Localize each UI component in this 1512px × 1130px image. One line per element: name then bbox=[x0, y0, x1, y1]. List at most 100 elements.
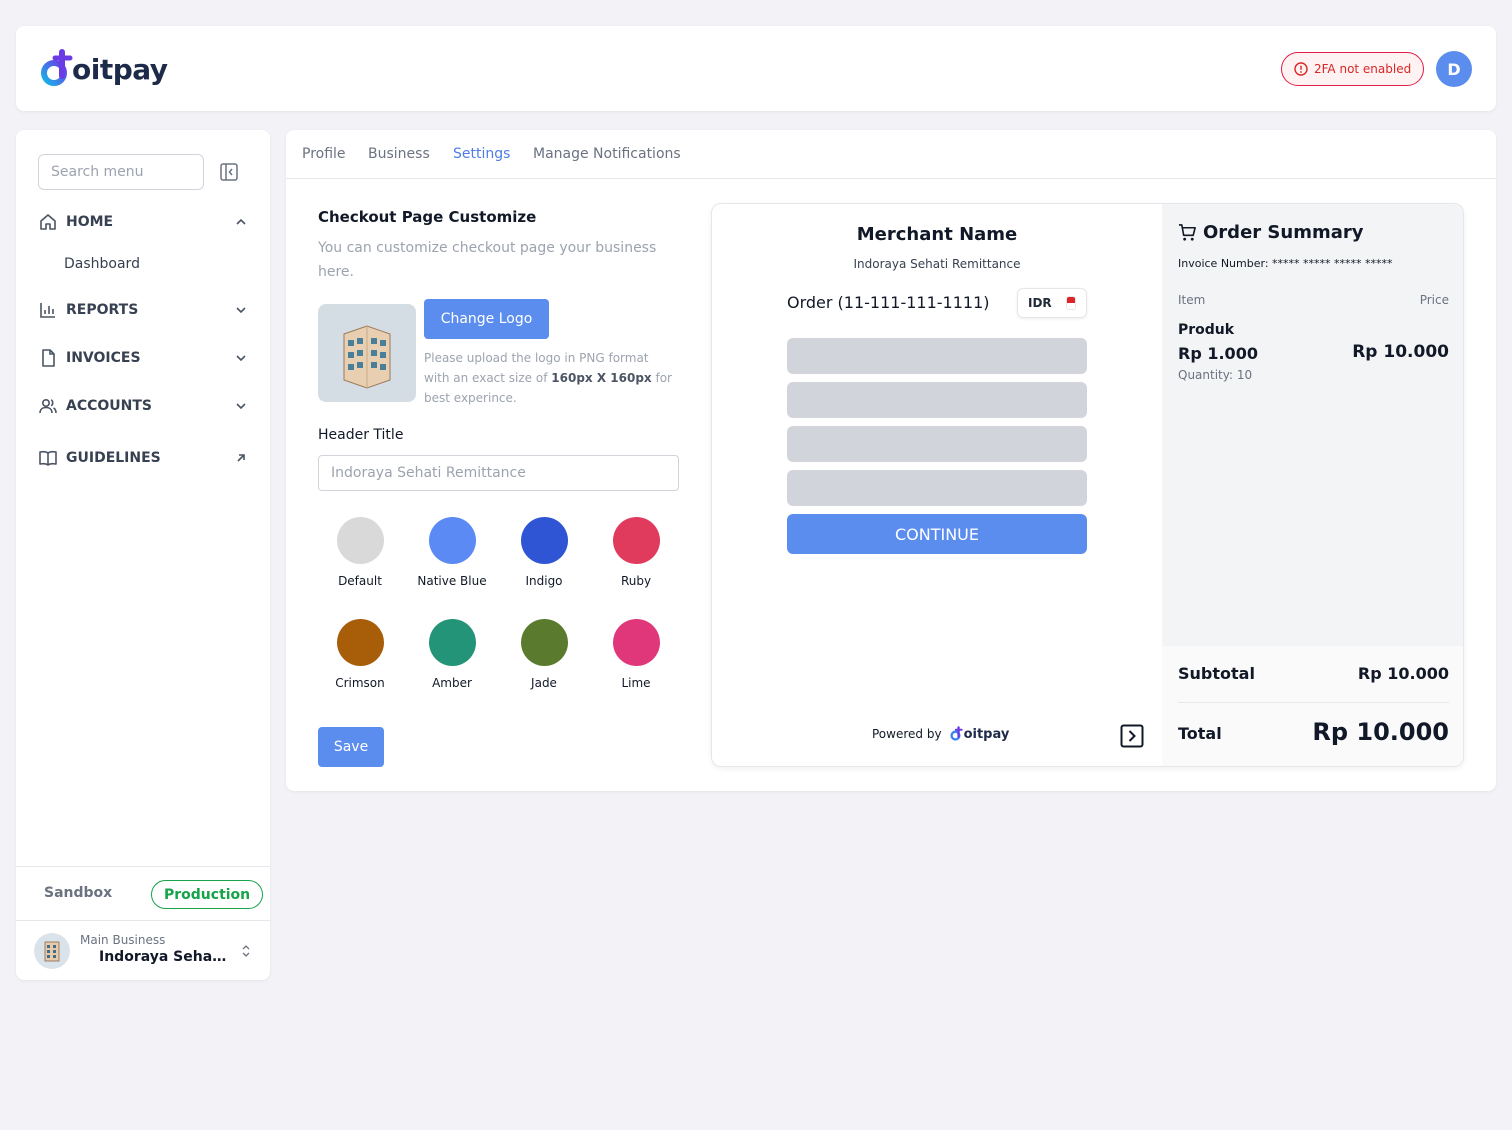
business-avatar bbox=[34, 933, 70, 969]
environment-switch: Sandbox Production bbox=[16, 866, 270, 920]
sandbox-toggle[interactable]: Sandbox bbox=[44, 885, 112, 901]
upload-note-size: 160px X 160px bbox=[551, 371, 652, 385]
sidebar-item-label: REPORTS bbox=[66, 302, 139, 318]
total-value: Rp 10.000 bbox=[1312, 718, 1449, 746]
color-swatch-default[interactable]: Default bbox=[314, 517, 406, 588]
sidebar-item-reports[interactable]: REPORTS bbox=[38, 298, 248, 322]
currency-selector[interactable]: IDR bbox=[1017, 288, 1087, 318]
logo-mark-icon bbox=[949, 726, 963, 741]
currency-code: IDR bbox=[1028, 296, 1052, 310]
sidebar-item-invoices[interactable]: INVOICES bbox=[38, 346, 248, 370]
product-quantity: Quantity: 10 bbox=[1178, 368, 1253, 382]
order-summary: Order Summary Invoice Number: ***** ****… bbox=[1162, 204, 1463, 766]
sidebar-item-home[interactable]: HOME bbox=[38, 210, 248, 234]
product-name: Produk bbox=[1178, 322, 1235, 338]
swatch-label: Crimson bbox=[335, 676, 385, 690]
subtotal-label: Subtotal bbox=[1178, 664, 1255, 683]
subtotal-value: Rp 10.000 bbox=[1357, 664, 1449, 683]
color-swatch-ruby[interactable]: Ruby bbox=[590, 517, 682, 588]
summary-totals: Subtotal Rp 10.000 Total Rp 10.000 bbox=[1162, 646, 1463, 766]
checkout-preview: Merchant Name Indoraya Sehati Remittance… bbox=[711, 203, 1464, 767]
sidebar-item-guidelines[interactable]: GUIDELINES bbox=[38, 446, 248, 470]
merchant-subtitle: Indoraya Sehati Remittance bbox=[853, 257, 1021, 271]
swatch-circle bbox=[612, 619, 660, 666]
placeholder-field bbox=[787, 470, 1087, 506]
swatch-circle bbox=[612, 517, 660, 564]
tab-business[interactable]: Business bbox=[368, 146, 430, 162]
color-swatch-native-blue[interactable]: Native Blue bbox=[406, 517, 498, 588]
header-title-input[interactable] bbox=[318, 455, 679, 491]
change-logo-button[interactable]: Change Logo bbox=[424, 299, 549, 339]
sidebar-item-accounts[interactable]: ACCOUNTS bbox=[38, 394, 248, 418]
logo-text: oitpay bbox=[72, 52, 168, 86]
order-summary-label: Order Summary bbox=[1203, 222, 1364, 243]
chevron-down-icon bbox=[236, 355, 246, 362]
merchant-name: Merchant Name bbox=[856, 224, 1018, 245]
logo-preview bbox=[318, 304, 416, 402]
powered-by: Powered by oitpay bbox=[872, 725, 1009, 743]
bar-chart-icon bbox=[38, 300, 58, 320]
placeholder-field bbox=[787, 338, 1087, 374]
twofa-label: 2FA not enabled bbox=[1314, 62, 1412, 76]
tab-profile[interactable]: Profile bbox=[302, 146, 346, 162]
sidebar-item-label: GUIDELINES bbox=[66, 450, 161, 466]
chevron-right-box-icon[interactable] bbox=[1120, 724, 1144, 748]
business-selector[interactable]: Main Business Indoraya Sehati Remittance bbox=[16, 920, 270, 980]
color-swatch-indigo[interactable]: Indigo bbox=[498, 517, 590, 588]
swatch-circle bbox=[428, 619, 476, 666]
swatch-label: Default bbox=[338, 574, 382, 588]
sidebar-item-label: INVOICES bbox=[66, 350, 141, 366]
invoice-number: Invoice Number: ***** ***** ***** ***** bbox=[1178, 257, 1393, 270]
swatch-circle bbox=[336, 619, 384, 666]
user-avatar[interactable]: D bbox=[1436, 51, 1472, 87]
save-button[interactable]: Save bbox=[318, 727, 384, 767]
swatch-label: Lime bbox=[621, 676, 651, 690]
color-swatch-amber[interactable]: Amber bbox=[406, 619, 498, 690]
business-name: Indoraya Sehati Remittance bbox=[99, 949, 229, 965]
swatch-label: Ruby bbox=[620, 574, 652, 588]
twofa-warning-badge[interactable]: 2FA not enabled bbox=[1281, 52, 1425, 86]
placeholder-field bbox=[787, 426, 1087, 462]
collapse-sidebar-icon[interactable] bbox=[220, 163, 238, 181]
document-icon bbox=[38, 348, 58, 368]
total-label: Total bbox=[1178, 724, 1222, 743]
powered-by-label: Powered by bbox=[872, 727, 942, 741]
product-line-total: Rp 10.000 bbox=[1352, 342, 1449, 362]
settings-tabs: Profile Business Settings Manage Notific… bbox=[286, 130, 1496, 179]
swatch-circle bbox=[336, 517, 384, 564]
top-header: oitpay 2FA not enabled D bbox=[16, 26, 1496, 111]
main-panel: Profile Business Settings Manage Notific… bbox=[286, 130, 1496, 791]
brand-logo[interactable]: oitpay bbox=[40, 46, 168, 92]
swatch-label: Jade bbox=[531, 676, 557, 690]
column-item: Item bbox=[1178, 293, 1206, 307]
header-title-label: Header Title bbox=[318, 427, 404, 443]
search-menu-input[interactable] bbox=[38, 154, 204, 190]
color-swatch-jade[interactable]: Jade bbox=[498, 619, 590, 690]
sidebar-item-label: HOME bbox=[66, 214, 114, 230]
divider bbox=[1178, 702, 1449, 703]
logo-mark-icon bbox=[41, 49, 73, 86]
tab-manage-notifications[interactable]: Manage Notifications bbox=[533, 146, 681, 162]
customize-description: You can customize checkout page your bus… bbox=[318, 240, 657, 280]
sidebar-subitem-dashboard[interactable]: Dashboard bbox=[64, 256, 140, 272]
tab-settings[interactable]: Settings bbox=[453, 146, 510, 162]
external-link-icon bbox=[237, 454, 245, 462]
swatch-circle bbox=[428, 517, 476, 564]
cart-icon bbox=[1178, 224, 1196, 241]
color-swatch-crimson[interactable]: Crimson bbox=[314, 619, 406, 690]
chevron-updown-icon bbox=[242, 945, 250, 957]
order-summary-title: Order Summary bbox=[1178, 222, 1363, 243]
sidebar-item-label: ACCOUNTS bbox=[66, 398, 153, 414]
swatch-label: Indigo bbox=[525, 574, 563, 588]
color-swatch-lime[interactable]: Lime bbox=[590, 619, 682, 690]
users-icon bbox=[38, 396, 58, 416]
home-icon bbox=[38, 212, 58, 232]
alert-circle-icon bbox=[1294, 62, 1308, 76]
continue-button[interactable]: CONTINUE bbox=[787, 514, 1087, 554]
swatch-circle bbox=[520, 517, 568, 564]
book-icon bbox=[38, 448, 58, 468]
indonesia-flag-icon bbox=[1065, 296, 1076, 310]
production-toggle[interactable]: Production bbox=[151, 880, 264, 909]
placeholder-field bbox=[787, 382, 1087, 418]
swatch-label: Amber bbox=[432, 676, 472, 690]
